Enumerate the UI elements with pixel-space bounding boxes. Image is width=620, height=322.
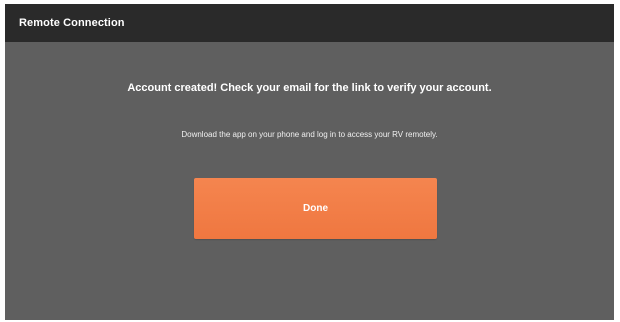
success-message: Account created! Check your email for th… [127, 82, 492, 94]
header-bar: Remote Connection [5, 4, 614, 42]
done-button[interactable]: Done [194, 178, 437, 239]
content-panel: Account created! Check your email for th… [5, 42, 614, 320]
remote-connection-screen: Remote Connection Account created! Check… [5, 4, 614, 320]
page-title: Remote Connection [19, 17, 125, 29]
instruction-text: Download the app on your phone and log i… [181, 130, 438, 139]
